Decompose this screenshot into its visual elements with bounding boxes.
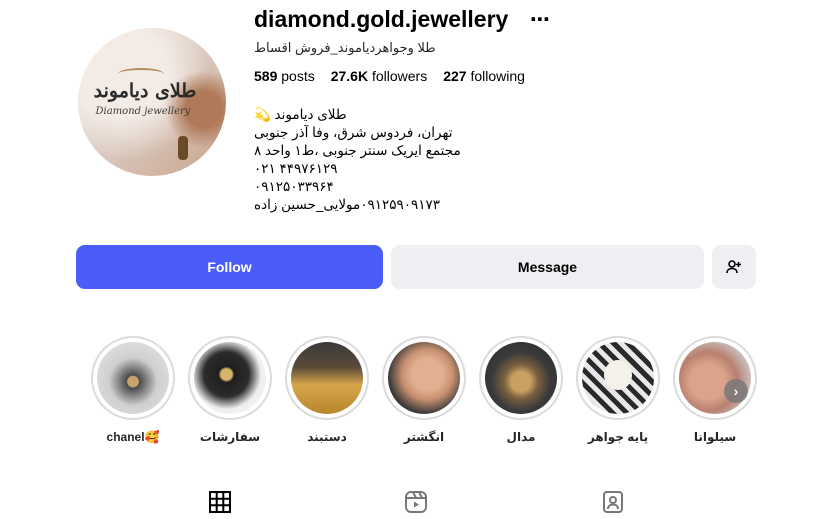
highlight-ring: [285, 336, 369, 420]
medal-image: [485, 342, 557, 414]
follow-button[interactable]: Follow: [76, 245, 383, 289]
profile-avatar[interactable]: طلای دیاموند Diamond jewellery: [78, 28, 226, 176]
message-button[interactable]: Message: [391, 245, 704, 289]
avatar-logo-subtext: Diamond jewellery: [95, 106, 191, 117]
silvana-image: [679, 342, 751, 414]
highlight-item[interactable]: انگشتر: [382, 336, 466, 444]
more-options-icon[interactable]: ⋯: [530, 7, 551, 32]
highlight-ring: [382, 336, 466, 420]
highlight-label: مدال: [506, 430, 536, 444]
ring-image: [388, 342, 460, 414]
jewel-setting-image: [582, 342, 654, 414]
suggest-users-button[interactable]: [712, 245, 756, 289]
logo-ornament: [118, 68, 164, 80]
jewel-setting-piece: [604, 360, 632, 390]
bracelet-order-image: [194, 342, 266, 414]
highlights-next-arrow-icon[interactable]: ›: [724, 379, 748, 403]
highlight-item[interactable]: پایه جواهر: [576, 336, 660, 444]
highlight-item[interactable]: chanel🥰: [91, 336, 175, 444]
posts-count: 589 posts: [254, 68, 315, 84]
highlight-item[interactable]: دستبند: [285, 336, 369, 444]
highlight-ring: [188, 336, 272, 420]
bio-line: تهران، فردوس شرق، وفا آذر جنوبی: [254, 125, 453, 140]
highlight-label: chanel🥰: [106, 430, 160, 444]
highlight-ring: [479, 336, 563, 420]
highlight-ring: [673, 336, 757, 420]
bio-line: ۰۲۱ ۴۴۹۷۶۱۲۹: [254, 161, 338, 176]
highlight-item[interactable]: سفارشات: [188, 336, 272, 444]
profile-bio: طلای دیاموند 💫 تهران، فردوس شرق، وفا آذر…: [254, 106, 461, 214]
highlight-label: دستبند: [307, 430, 347, 444]
highlight-label: انگشتر: [403, 430, 445, 444]
following-link[interactable]: 227 following: [443, 68, 525, 84]
bracelet-image: [291, 342, 363, 414]
profile-full-name: طلا وجواهردیاموند_فروش اقساط: [254, 40, 436, 55]
necklace-image: [97, 342, 169, 414]
grid-icon[interactable]: [208, 490, 232, 514]
person-plus-icon: [726, 260, 741, 274]
highlight-ring: [576, 336, 660, 420]
highlight-label: سفارشات: [199, 430, 261, 444]
bio-line: ۰۹۱۲۵۹۰۹۱۷۳مولایی_حسین زاده: [254, 197, 441, 212]
bio-line: ۰۹۱۲۵۰۳۳۹۶۴: [254, 179, 334, 194]
highlight-item[interactable]: مدال: [479, 336, 563, 444]
avatar-jewel-image: [178, 136, 188, 160]
highlight-label: پایه جواهر: [587, 430, 649, 444]
highlight-ring: [91, 336, 175, 420]
bio-line: مجتمع ایریک سنتر جنوبی ،ط۱ واحد ۸: [254, 143, 461, 158]
followers-link[interactable]: 27.6K followers: [331, 68, 428, 84]
profile-username: diamond.gold.jewellery: [254, 6, 509, 32]
profile-stats: 589 posts 27.6K followers 227 following: [254, 68, 525, 84]
avatar-logo-text: طلای دیاموند: [93, 80, 197, 102]
highlight-label: سیلوانا: [693, 430, 737, 444]
reels-icon[interactable]: [404, 490, 428, 514]
tagged-icon[interactable]: [601, 490, 625, 514]
bio-line: طلای دیاموند 💫: [254, 107, 347, 122]
